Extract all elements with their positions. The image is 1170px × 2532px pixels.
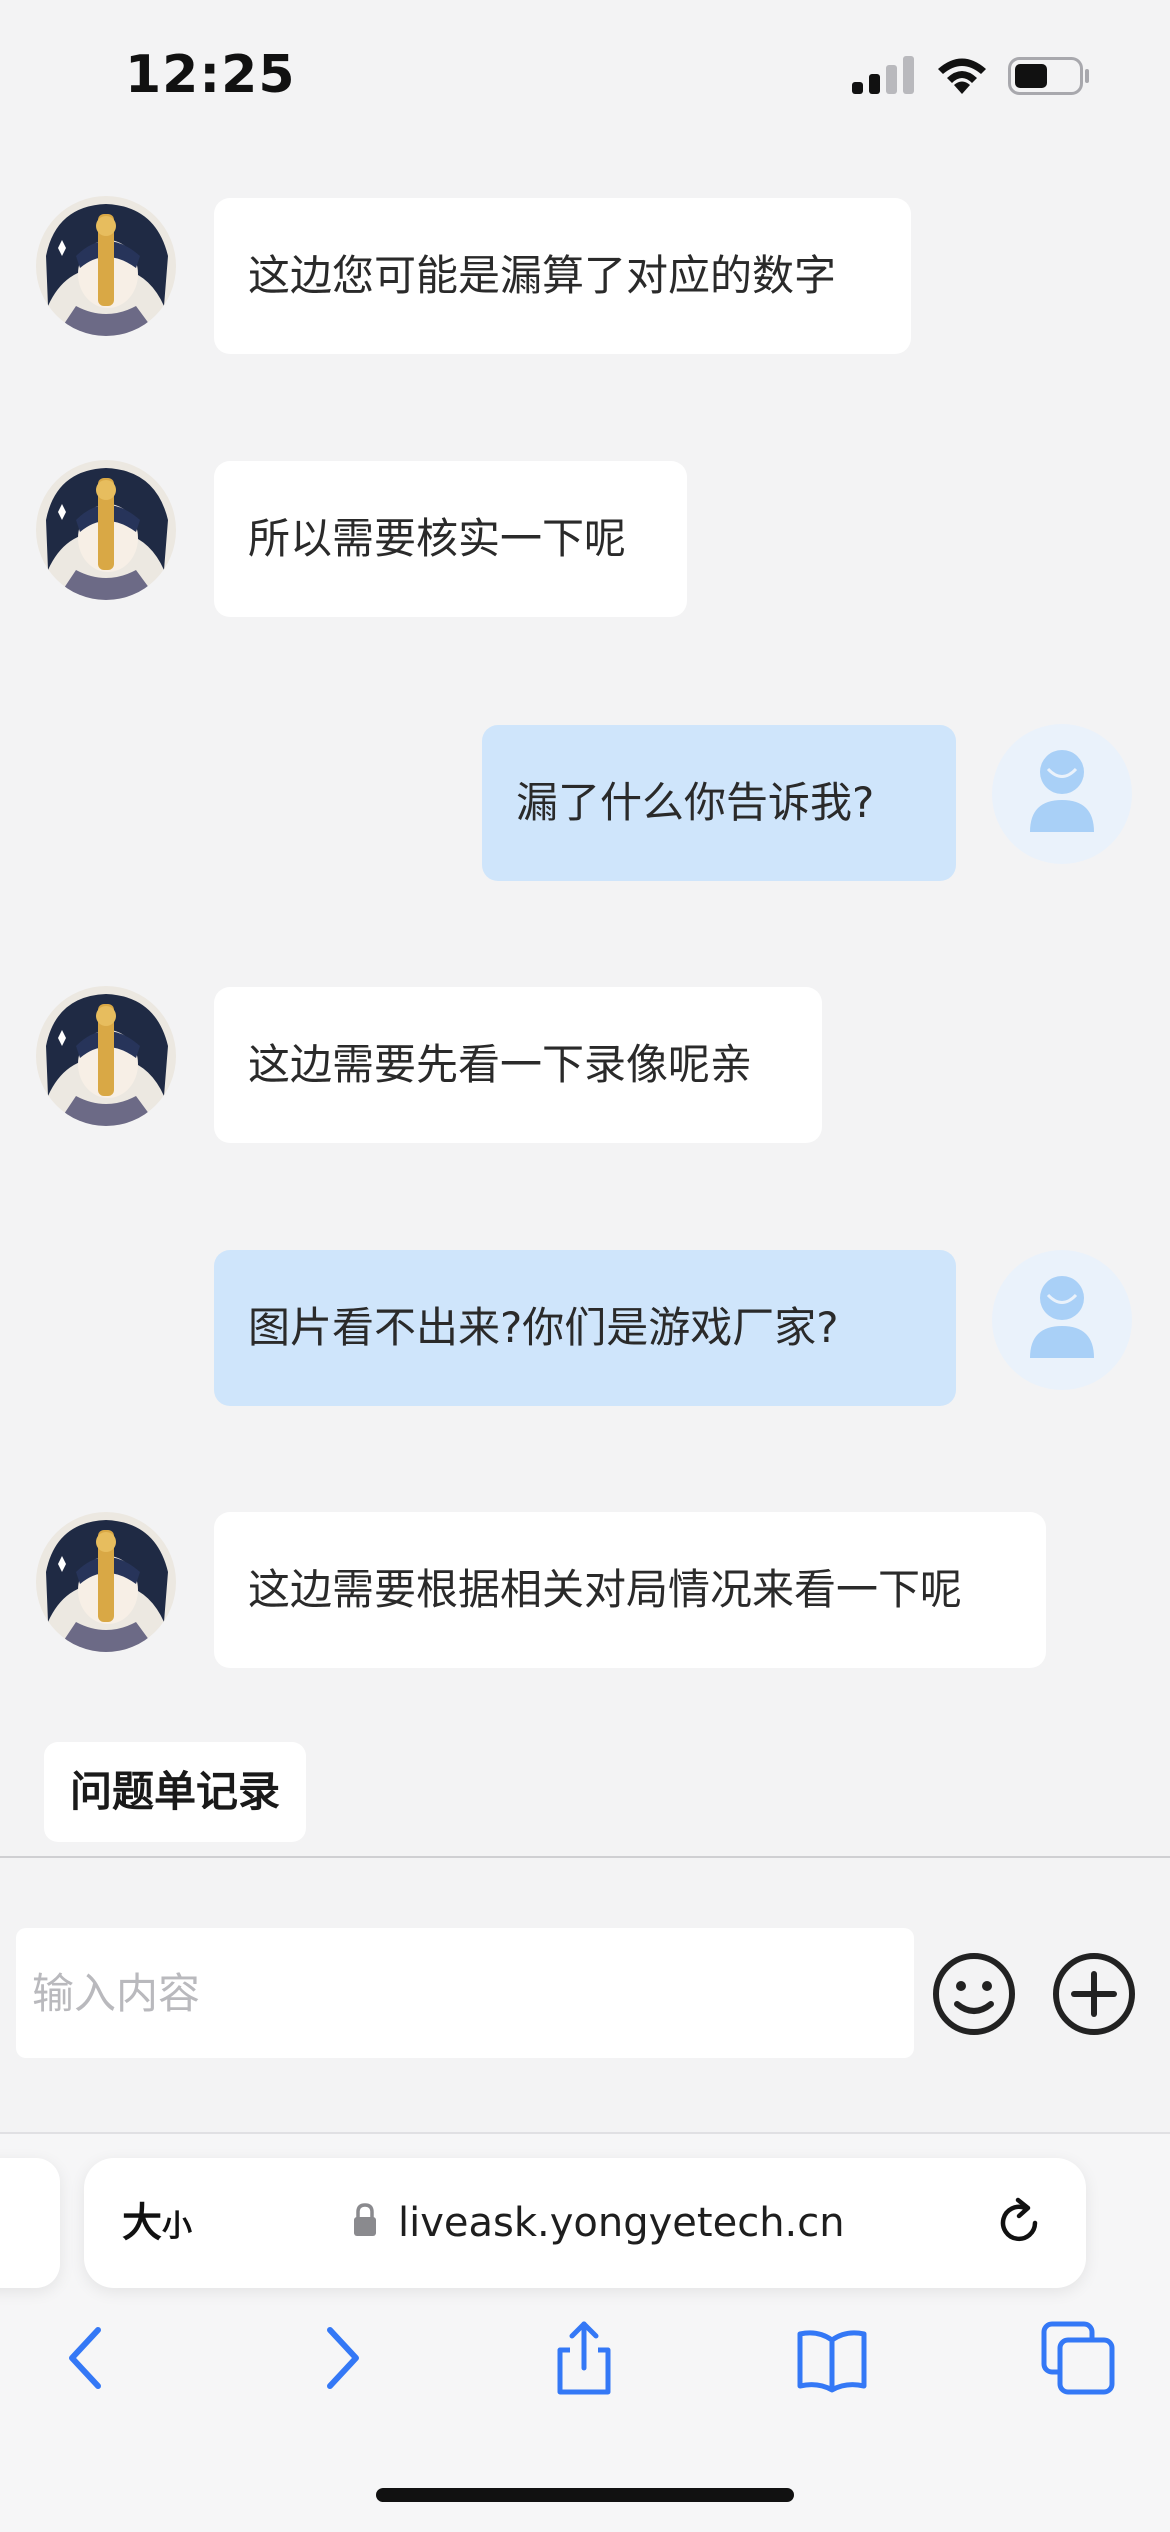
home-indicator <box>376 2488 794 2502</box>
agent-avatar <box>36 196 176 336</box>
tabs-icon[interactable] <box>1040 2320 1116 2396</box>
signal-icon <box>852 56 914 94</box>
agent-avatar <box>36 986 176 1126</box>
user-avatar <box>992 724 1132 864</box>
previous-tab-card[interactable] <box>0 2158 60 2288</box>
user-silhouette-icon <box>1030 1276 1094 1358</box>
message-bubble: 这边需要先看一下录像呢亲 <box>214 987 822 1143</box>
plus-circle-icon[interactable] <box>1050 1950 1138 2038</box>
reload-icon[interactable] <box>992 2196 1046 2250</box>
text-size-button[interactable]: 大小 <box>122 2158 192 2288</box>
forward-icon[interactable] <box>302 2320 378 2396</box>
message-bubble: 这边需要根据相关对局情况来看一下呢 <box>214 1512 1046 1668</box>
back-icon[interactable] <box>50 2320 126 2396</box>
message-bubble: 这边您可能是漏算了对应的数字 <box>214 198 911 354</box>
message-bubble: 所以需要核实一下呢 <box>214 461 687 617</box>
wifi-icon <box>938 58 986 94</box>
url-text: liveask.yongyetech.cn <box>398 2200 845 2246</box>
user-avatar <box>992 1250 1132 1390</box>
user-silhouette-icon <box>1030 750 1094 832</box>
emoji-icon[interactable] <box>930 1950 1018 2038</box>
message-input[interactable] <box>16 1928 914 2058</box>
message-bubble: 图片看不出来?你们是游戏厂家? <box>214 1250 956 1406</box>
address-bar[interactable]: 大小 liveask.yongyetech.cn <box>84 2158 1086 2288</box>
input-area <box>0 1858 1170 2132</box>
agent-avatar <box>36 460 176 600</box>
share-icon[interactable] <box>546 2320 622 2396</box>
battery-icon <box>1008 57 1089 95</box>
problem-record-button[interactable]: 问题单记录 <box>44 1742 306 1842</box>
bookmarks-icon[interactable] <box>794 2320 870 2396</box>
message-bubble: 漏了什么你告诉我? <box>482 725 956 881</box>
status-bar: 12:25 <box>0 0 1170 140</box>
status-time: 12:25 <box>125 45 296 105</box>
agent-avatar <box>36 1512 176 1652</box>
lock-icon <box>354 2203 376 2236</box>
